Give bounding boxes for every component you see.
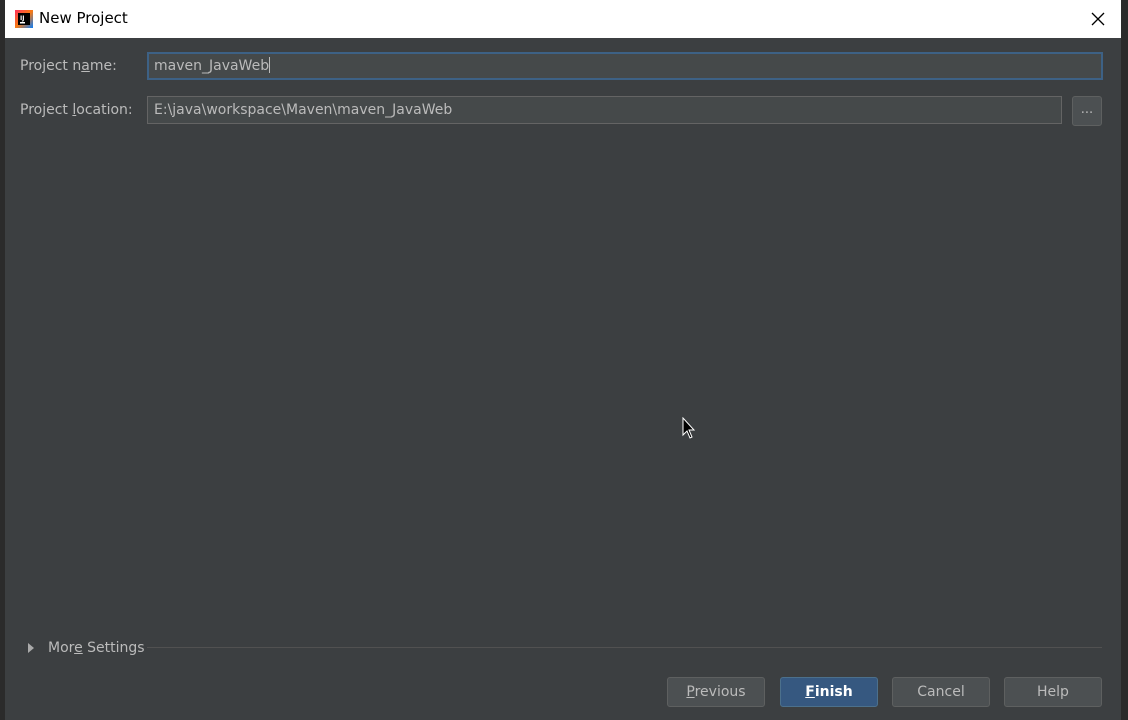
title-bar: IJ New Project: [5, 0, 1121, 38]
previous-button[interactable]: Previous: [667, 677, 765, 707]
project-name-label-post: me:: [89, 58, 117, 74]
more-settings-toggle[interactable]: More Settings: [25, 639, 145, 657]
text-caret: [269, 57, 271, 73]
project-name-label-pre: Project n: [20, 58, 82, 74]
background-editor-right: [1121, 0, 1128, 720]
project-location-input[interactable]: E:\java\workspace\Maven\maven_JavaWeb: [147, 96, 1062, 124]
more-settings-label-mnemonic: e: [74, 640, 83, 656]
finish-button-label: inish: [814, 684, 853, 700]
browse-button[interactable]: ...: [1072, 96, 1102, 126]
project-name-input[interactable]: maven_JavaWeb: [147, 52, 1103, 80]
project-location-value: E:\java\workspace\Maven\maven_JavaWeb: [154, 102, 453, 118]
new-project-dialog: IJ New Project Project name: maven_JavaW…: [5, 0, 1121, 720]
close-button[interactable]: [1075, 0, 1121, 38]
more-settings-separator: [147, 647, 1102, 648]
svg-text:IJ: IJ: [20, 15, 24, 22]
previous-button-mnemonic: P: [686, 684, 695, 700]
finish-button-mnemonic: F: [805, 684, 815, 700]
project-name-value: maven_JavaWeb: [154, 58, 270, 74]
project-name-label-mnemonic: a: [81, 58, 90, 74]
project-location-label-pre: Project: [20, 102, 73, 118]
finish-button[interactable]: Finish: [780, 677, 878, 707]
project-location-label: Project location:: [20, 102, 133, 118]
project-location-label-post: ocation:: [76, 102, 133, 118]
more-settings-label-post: Settings: [82, 640, 145, 656]
mouse-cursor-icon: [682, 417, 696, 439]
close-icon: [1091, 12, 1105, 26]
project-name-label: Project name:: [20, 58, 117, 74]
intellij-idea-icon: IJ: [15, 10, 33, 28]
expand-arrow-icon: [28, 643, 34, 653]
cancel-button[interactable]: Cancel: [892, 677, 990, 707]
help-button[interactable]: Help: [1004, 677, 1102, 707]
more-settings-label-pre: Mor: [48, 640, 75, 656]
more-settings-label: More Settings: [48, 640, 145, 656]
window-title: New Project: [39, 9, 128, 27]
previous-button-label: revious: [694, 684, 746, 700]
